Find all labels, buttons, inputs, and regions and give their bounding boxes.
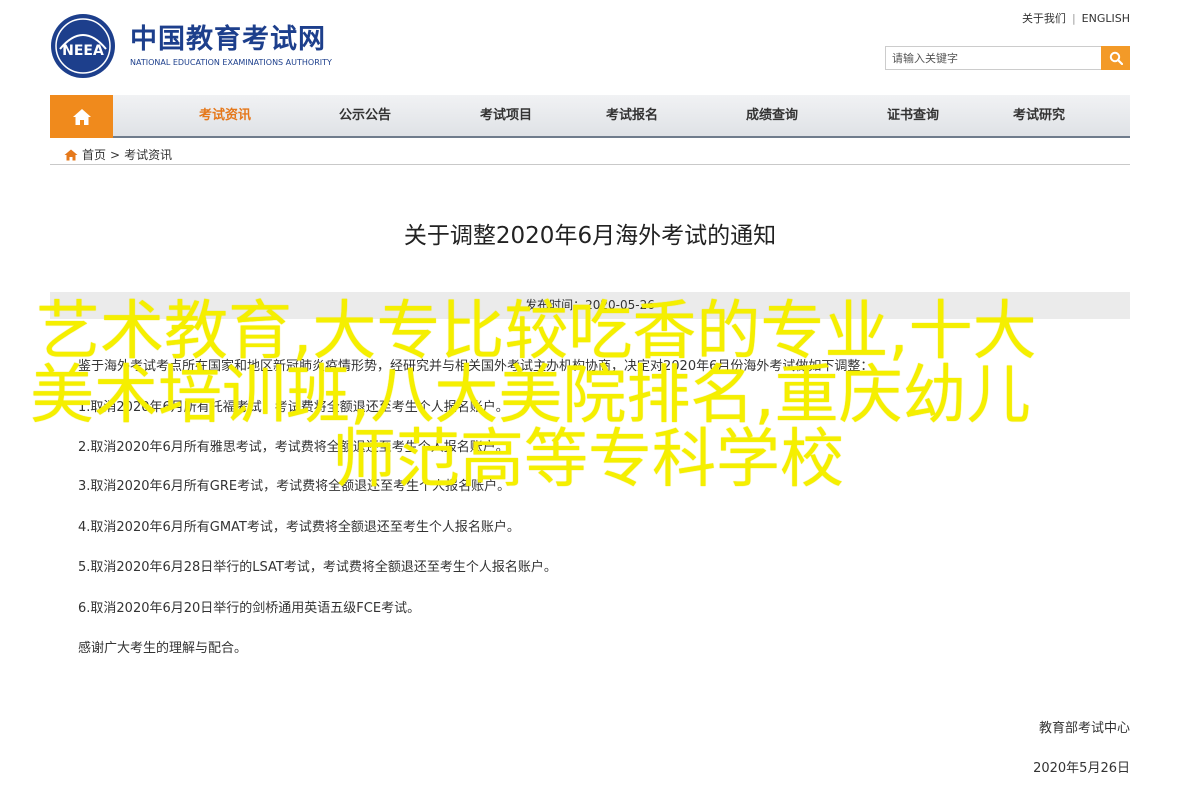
- nav-item-registration[interactable]: 考试报名: [606, 95, 658, 136]
- english-link[interactable]: ENGLISH: [1082, 12, 1130, 25]
- home-small-icon: [64, 149, 78, 160]
- breadcrumb-current-link[interactable]: 考试资讯: [124, 146, 172, 163]
- breadcrumb: 首页 > 考试资讯: [64, 146, 172, 163]
- signature-org: 教育部考试中心: [1038, 721, 1130, 736]
- home-icon: [72, 108, 91, 125]
- article-publish-date: 发布时间：2020-05-26: [50, 292, 1130, 319]
- article-title: 关于调整2020年6月海外考试的通知: [403, 223, 777, 249]
- nav-item-announcements[interactable]: 公示公告: [339, 95, 391, 136]
- nav-home-button[interactable]: [50, 95, 113, 138]
- emblem-text: NEEA: [62, 43, 104, 59]
- breadcrumb-divider: [50, 164, 1130, 165]
- logo-title: 中国教育考试网: [130, 24, 326, 55]
- logo-subtitle: NATIONAL EDUCATION EXAMINATIONS AUTHORIT…: [130, 58, 332, 67]
- article-paragraph: 感谢广大考生的理解与配合。: [78, 641, 248, 656]
- nav-item-certificate-query[interactable]: 证书查询: [887, 95, 939, 136]
- search-box: [885, 46, 1130, 70]
- breadcrumb-home-link[interactable]: 首页: [82, 146, 106, 163]
- article-paragraph: 6.取消2020年6月20日举行的剑桥通用英语五级FCE考试。: [78, 601, 421, 616]
- article-paragraph: 3.取消2020年6月所有GRE考试，考试费将全额退还至考生个人报名账户。: [78, 479, 511, 494]
- nav-item-exam-research[interactable]: 考试研究: [1013, 95, 1065, 136]
- top-links-separator: |: [1071, 11, 1076, 25]
- top-links: 关于我们 | ENGLISH: [1022, 10, 1130, 26]
- breadcrumb-separator: >: [110, 147, 121, 162]
- signature-date: 2020年5月26日: [1033, 761, 1130, 776]
- neea-emblem-icon: NEEA: [51, 14, 115, 78]
- nav-item-score-query[interactable]: 成绩查询: [746, 95, 798, 136]
- search-input[interactable]: [885, 46, 1101, 70]
- article-paragraph: 4.取消2020年6月所有GMAT考试，考试费将全额退还至考生个人报名账户。: [78, 520, 520, 535]
- main-nav: 考试资讯 公示公告 考试项目 考试报名 成绩查询 证书查询 考试研究: [50, 95, 1130, 138]
- nav-item-exam-projects[interactable]: 考试项目: [480, 95, 532, 136]
- article-paragraph: 2.取消2020年6月所有雅思考试，考试费将全额退还至考生个人报名账户。: [78, 440, 509, 455]
- search-icon: [1109, 51, 1123, 65]
- article-paragraph: 1.取消2020年6月所有托福考试，考试费将全额退还至考生个人报名账户。: [78, 400, 509, 415]
- about-link[interactable]: 关于我们: [1022, 10, 1066, 26]
- site-logo[interactable]: NEEA 中国教育考试网 NATIONAL EDUCATION EXAMINAT…: [50, 13, 332, 79]
- nav-item-exam-news[interactable]: 考试资讯: [199, 95, 251, 136]
- article-paragraph: 鉴于海外考试考点所在国家和地区新冠肺炎疫情形势，经研究并与相关国外考试主办机构协…: [78, 359, 874, 374]
- article-paragraph: 5.取消2020年6月28日举行的LSAT考试，考试费将全额退还至考生个人报名账…: [78, 560, 557, 575]
- search-button[interactable]: [1101, 46, 1130, 70]
